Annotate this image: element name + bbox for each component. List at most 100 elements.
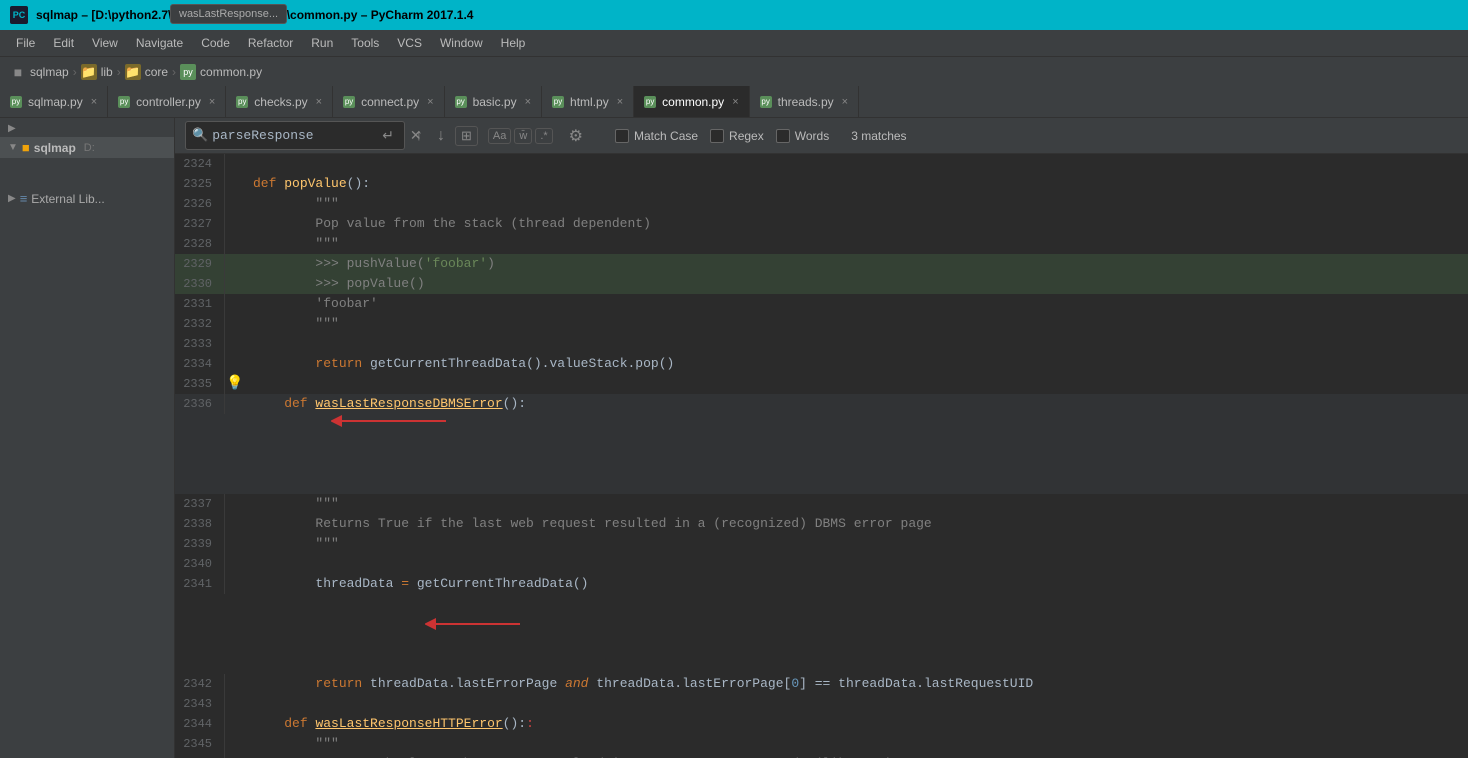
line-code: Returns True if the last web request res…: [245, 514, 1468, 534]
sidebar-item-run[interactable]: ▶: [0, 120, 174, 137]
find-enter-button[interactable]: ↵: [376, 124, 400, 147]
table-row: 2333: [175, 334, 1468, 354]
line-number: 2334: [175, 354, 225, 374]
app-icon: PC: [10, 6, 28, 24]
tab-label-connectpy: connect.py: [361, 95, 419, 109]
match-case-checkbox[interactable]: [615, 129, 629, 143]
menu-file[interactable]: File: [8, 34, 43, 52]
table-row: 2339 """: [175, 534, 1468, 554]
line-gutter: 💡: [225, 374, 245, 394]
tab-sqlmappy[interactable]: py sqlmap.py ×: [0, 86, 108, 117]
menu-run[interactable]: Run: [303, 34, 341, 52]
menu-tools[interactable]: Tools: [343, 34, 387, 52]
table-row: 2328 """: [175, 234, 1468, 254]
menu-refactor[interactable]: Refactor: [240, 34, 301, 52]
nav-label-lib: lib: [101, 65, 113, 79]
tabs-container: py sqlmap.py × py controller.py × py che…: [0, 86, 1468, 117]
regex-checkbox[interactable]: [710, 129, 724, 143]
run-icon: ▶: [8, 123, 16, 134]
words-checkbox[interactable]: [776, 129, 790, 143]
regex-label: Regex: [729, 129, 764, 143]
table-row: 2345 """: [175, 734, 1468, 754]
tab-close-basicpy[interactable]: ×: [525, 96, 531, 108]
table-row: 2344 def wasLastResponseHTTPError()::: [175, 714, 1468, 734]
table-row: 2341 threadData = getCurrentThreadData(): [175, 574, 1468, 674]
nav-item-core[interactable]: 📁 core: [125, 64, 168, 80]
find-settings-button[interactable]: ⚙: [563, 123, 589, 149]
extlib-icon: ≡: [20, 191, 28, 206]
tab-close-sqlmappy[interactable]: ×: [91, 96, 97, 108]
table-row: 2336 def wasLastResponseDBMSError():: [175, 394, 1468, 494]
menu-view[interactable]: View: [84, 34, 126, 52]
words-option[interactable]: Words: [776, 129, 829, 143]
line-number: 2329: [175, 254, 225, 274]
find-word-toggle[interactable]: w̄: [514, 128, 532, 144]
line-code: def wasLastResponseDBMSError():: [245, 394, 1468, 494]
search-input[interactable]: [212, 128, 372, 143]
match-case-label: Match Case: [634, 129, 698, 143]
nav-item-sqlmap[interactable]: ■ sqlmap: [10, 64, 69, 80]
find-regex-toggle[interactable]: .*: [535, 128, 552, 144]
menu-code[interactable]: Code: [193, 34, 238, 52]
tab-checkspy[interactable]: py checks.py ×: [226, 86, 333, 117]
sidebar-label-sqlmap: sqlmap: [34, 141, 76, 155]
line-code: """: [245, 494, 1468, 514]
line-number: 2338: [175, 514, 225, 534]
menu-edit[interactable]: Edit: [45, 34, 82, 52]
tab-close-threadspy[interactable]: ×: [842, 96, 848, 108]
menu-vcs[interactable]: VCS: [389, 34, 430, 52]
tab-commonpy[interactable]: py common.py ×: [634, 86, 749, 117]
line-number: 2325: [175, 174, 225, 194]
tab-label-htmlpy: html.py: [570, 95, 609, 109]
tab-icon-controllerpy: py: [118, 96, 130, 108]
nav-item-lib[interactable]: 📁 lib: [81, 64, 113, 80]
menu-window[interactable]: Window: [432, 34, 491, 52]
tab-close-commonpy[interactable]: ×: [732, 96, 738, 108]
tab-htmlpy[interactable]: py html.py ×: [542, 86, 634, 117]
tab-close-connectpy[interactable]: ×: [427, 96, 433, 108]
nav-sep-1: ›: [73, 65, 77, 79]
line-code: return threadData.lastErrorPage and thre…: [245, 674, 1468, 694]
line-code: def wasLastResponseHTTPError()::: [245, 714, 1468, 734]
sqlmap-arrow: ▼: [8, 142, 18, 153]
find-prev-button[interactable]: ↑: [411, 125, 427, 147]
nav-item-commonpy[interactable]: py common.py: [180, 64, 262, 80]
line-code: Returns the last web request resulted in…: [245, 754, 1468, 758]
tab-icon-checkspy: py: [236, 96, 248, 108]
words-label: Words: [795, 129, 829, 143]
tab-close-controllerpy[interactable]: ×: [209, 96, 215, 108]
table-row: 2325 def popValue():: [175, 174, 1468, 194]
find-next-button[interactable]: ↓: [433, 125, 449, 147]
line-code: Pop value from the stack (thread depende…: [245, 214, 1468, 234]
line-number: 2341: [175, 574, 225, 594]
tab-controllerpy[interactable]: py controller.py ×: [108, 86, 226, 117]
tab-close-checkspy[interactable]: ×: [316, 96, 322, 108]
lightbulb-icon[interactable]: 💡: [226, 374, 243, 394]
tab-label-checkspy: checks.py: [254, 95, 307, 109]
line-number: 2330: [175, 274, 225, 294]
tab-label-commonpy: common.py: [662, 95, 724, 109]
nav-label-sqlmap: sqlmap: [30, 65, 69, 79]
tab-close-htmlpy[interactable]: ×: [617, 96, 623, 108]
find-casesensitive-toggle[interactable]: Aa: [488, 128, 511, 144]
core-folder-icon: 📁: [125, 64, 141, 80]
sidebar-path: D:: [84, 142, 95, 154]
sidebar-item-extlib[interactable]: ▶ ≡ External Lib...: [0, 188, 174, 209]
match-case-option[interactable]: Match Case: [615, 129, 698, 143]
line-number: 2337: [175, 494, 225, 514]
menu-help[interactable]: Help: [493, 34, 534, 52]
code-editor[interactable]: 2324 2325 def popValue(): 2326 """ 2327: [175, 154, 1468, 758]
sidebar: wasLastResponse... ▶ ▼ ■ sqlmap D: ▶ ≡ E…: [0, 118, 175, 758]
line-number: 2326: [175, 194, 225, 214]
tab-connectpy[interactable]: py connect.py ×: [333, 86, 444, 117]
table-row: 2326 """: [175, 194, 1468, 214]
folder-icon: ■: [10, 64, 26, 80]
tab-basicpy[interactable]: py basic.py ×: [445, 86, 542, 117]
menu-navigate[interactable]: Navigate: [128, 34, 191, 52]
tab-threadspy[interactable]: py threads.py ×: [750, 86, 859, 117]
sidebar-label-extlib: External Lib...: [31, 192, 104, 206]
find-allocc-button[interactable]: ⊞: [455, 126, 478, 146]
menu-bar: File Edit View Navigate Code Refactor Ru…: [0, 30, 1468, 56]
sidebar-item-sqlmap[interactable]: ▼ ■ sqlmap D:: [0, 137, 174, 158]
regex-option[interactable]: Regex: [710, 129, 764, 143]
